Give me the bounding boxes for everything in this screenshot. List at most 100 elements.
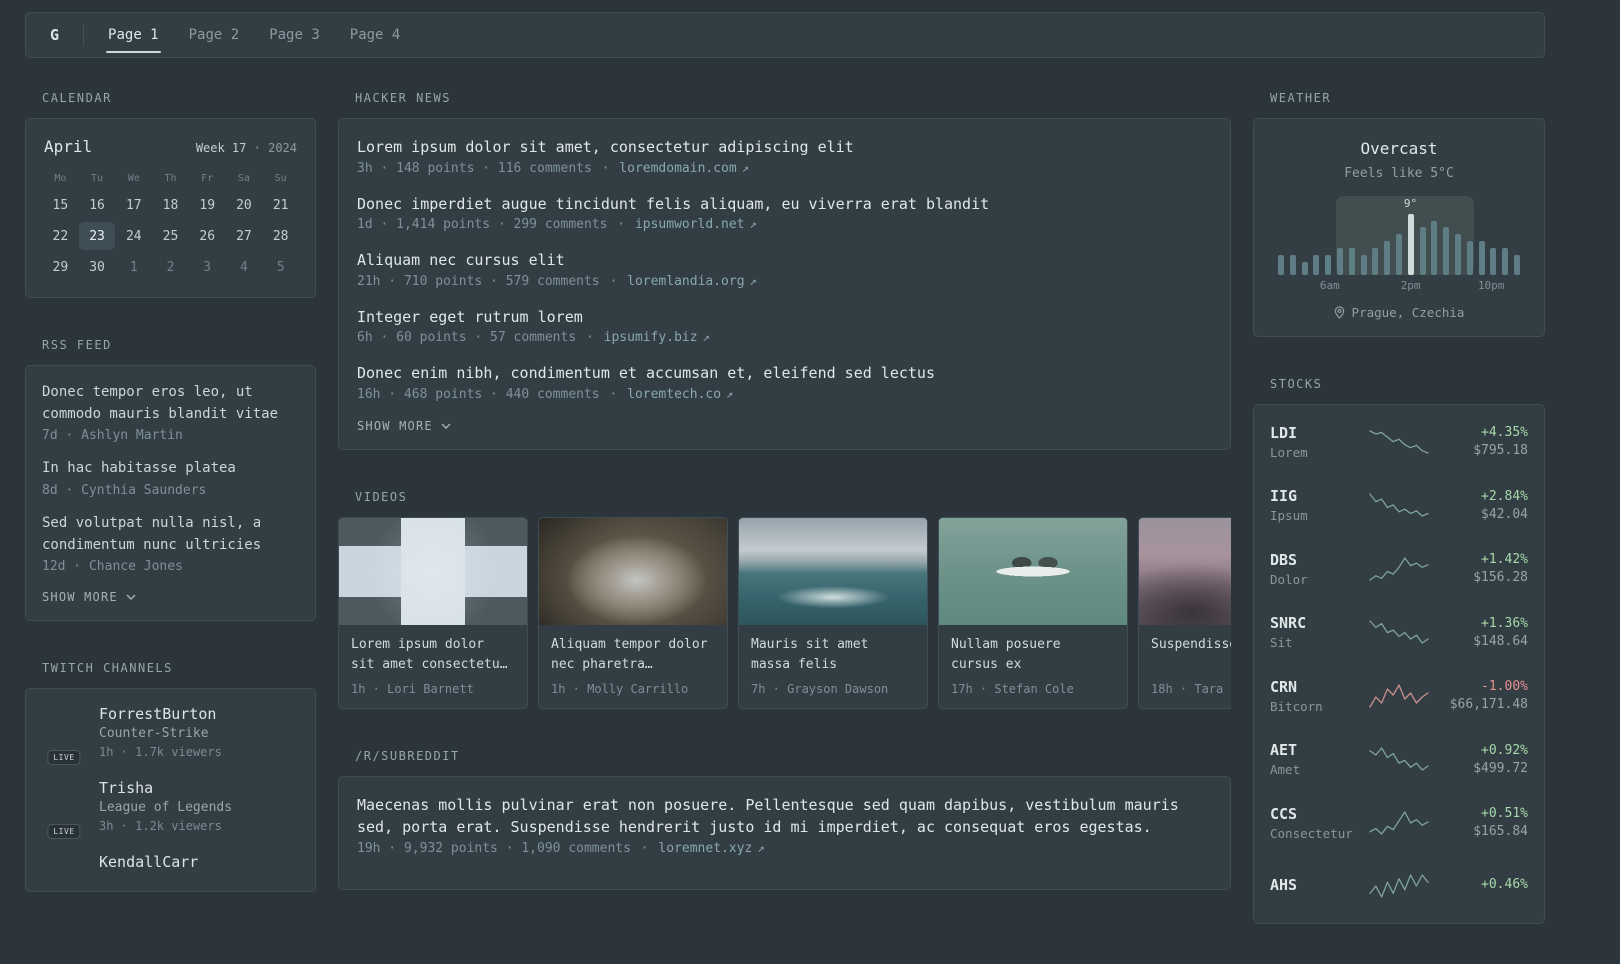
video-card[interactable]: Mauris sit amet massa felis 7h · Grayson…	[738, 516, 928, 709]
stock-row[interactable]: DBS Dolor +1.42% $156.28	[1270, 537, 1528, 601]
tab-page-3[interactable]: Page 3	[267, 13, 322, 57]
calendar-separator: ·	[253, 141, 261, 155]
stock-row[interactable]: CRN Bitcorn -1.00% $66,171.48	[1270, 664, 1528, 728]
meta-separator: ·	[585, 330, 594, 345]
show-more-label: SHOW MORE	[42, 590, 118, 605]
section-title-calendar: CALENDAR	[42, 91, 112, 105]
tab-page-4[interactable]: Page 4	[348, 13, 403, 57]
video-meta: 7h · Grayson Dawson	[751, 681, 889, 696]
tab-page-2[interactable]: Page 2	[187, 13, 242, 57]
weather-location: Prague, Czechia	[1270, 305, 1528, 320]
calendar-day: 28	[272, 228, 289, 244]
twitch-channel[interactable]: LIVE ForrestBurton Counter-Strike 1h · 1…	[42, 705, 299, 766]
left-column: CALENDAR April Week 17 · 2024 Mo Tu We Th Fr…	[25, 91, 316, 932]
weather-hour-bar	[1313, 254, 1320, 275]
subreddit-card: Maecenas mollis pulvinar erat non posuer…	[338, 775, 1231, 890]
stock-name: Dolor	[1270, 571, 1308, 587]
weather-hour-bar	[1395, 234, 1402, 275]
video-card[interactable]: Lorem ipsum dolor sit amet consectetu… 1…	[338, 516, 528, 709]
calendar-weekday-label: Mo	[54, 172, 67, 184]
stock-row[interactable]: SNRC Sit +1.36% $148.64	[1270, 601, 1528, 665]
stock-row[interactable]: LDI Lorem +4.35% $795.18	[1270, 410, 1528, 474]
stock-sparkline	[1364, 492, 1434, 518]
stock-change: +4.35%	[1481, 425, 1528, 441]
weather-feels-like: Feels like 5°C	[1344, 166, 1454, 181]
news-source-link[interactable]: loremtech.co ↗	[627, 387, 733, 402]
calendar-week-label: Week 17	[195, 141, 247, 155]
news-title-link[interactable]: Integer eget rutrum lorem	[357, 306, 1212, 329]
stock-row[interactable]: IIG Ipsum +2.84% $42.04	[1270, 474, 1528, 538]
reddit-post: Maecenas mollis pulvinar erat non posuer…	[357, 794, 1212, 856]
external-link-icon: ↗	[726, 386, 734, 401]
news-title-link[interactable]: Lorem ipsum dolor sit amet, consectetur …	[357, 136, 1212, 159]
calendar-day: 18	[162, 197, 179, 213]
stock-change: +2.84%	[1481, 488, 1528, 504]
news-source-link[interactable]: loremdomain.com ↗	[619, 161, 749, 176]
rss-item-meta: 12d · Chance Jones	[42, 559, 183, 575]
video-title: Aliquam tempor dolor nec pharetra…	[551, 636, 708, 672]
middle-column: HACKER NEWS Lorem ipsum dolor sit amet, …	[338, 91, 1231, 930]
video-card[interactable]: Suspendisse diam 18h · Tara	[1138, 516, 1231, 709]
stock-symbol: AET	[1270, 741, 1298, 760]
video-card[interactable]: Aliquam tempor dolor nec pharetra… 1h · …	[538, 516, 728, 709]
weather-hour-bar	[1419, 227, 1426, 275]
stock-name: Bitcorn	[1270, 698, 1323, 714]
rss-item-link[interactable]: In hac habitasse platea	[42, 458, 299, 480]
section-title-subreddit: /R/SUBREDDIT	[355, 748, 460, 763]
weather-time-label: 2pm	[1400, 279, 1421, 292]
video-title: Suspendisse diam	[1151, 636, 1231, 652]
news-item: Donec enim nibh, condimentum et accumsan…	[357, 362, 1212, 402]
stock-price: $795.18	[1473, 443, 1528, 459]
stock-price: $165.84	[1473, 824, 1528, 840]
post-meta-text: 19h · 9,932 points · 1,090 comments	[357, 840, 631, 856]
news-source-link[interactable]: ipsumify.biz ↗	[604, 330, 710, 345]
weather-hour-bar	[1407, 214, 1414, 275]
calendar-day: 24	[125, 228, 142, 244]
twitch-channel[interactable]: KendallCarr	[42, 853, 299, 871]
calendar-weekday-label: Su	[274, 172, 287, 184]
stock-price: $148.64	[1473, 633, 1528, 649]
news-item: Aliquam nec cursus elit 21h · 710 points…	[357, 249, 1212, 289]
stock-price: $499.72	[1473, 760, 1528, 776]
post-source-link[interactable]: loremnet.xyz ↗	[658, 841, 764, 856]
calendar-week-info: Week 17 · 2024	[196, 141, 297, 155]
show-more-button[interactable]: SHOW MORE	[42, 590, 136, 604]
stock-name: Ipsum	[1270, 508, 1308, 524]
stock-row[interactable]: AET Amet +0.92% $499.72	[1270, 728, 1528, 792]
twitch-widget: TWITCH CHANNELS LIVE ForrestBurton Count…	[25, 661, 316, 893]
weather-hour-bar	[1478, 240, 1485, 275]
news-source: loremtech.co	[627, 386, 722, 402]
weather-time-label: 6am	[1319, 279, 1340, 292]
weather-hour-bar	[1278, 254, 1284, 275]
rss-item-link[interactable]: Donec tempor eros leo, ut commodo mauris…	[42, 382, 299, 425]
stock-row[interactable]: CCS Consectetur +0.51% $165.84	[1270, 791, 1528, 855]
calendar-day: 19	[199, 197, 216, 213]
stock-symbol: LDI	[1270, 423, 1298, 442]
news-source-link[interactable]: loremlandia.org ↗	[627, 274, 757, 289]
video-thumbnail	[739, 517, 927, 625]
tab-page-1[interactable]: Page 1	[106, 13, 161, 57]
meta-separator: ·	[609, 386, 618, 402]
news-title-link[interactable]: Donec enim nibh, condimentum et accumsan…	[357, 362, 1212, 385]
video-card[interactable]: Nullam posuere cursus ex 17h · Stefan Co…	[938, 516, 1128, 709]
app-logo[interactable]: G	[48, 13, 61, 57]
news-title-link[interactable]: Donec imperdiet augue tincidunt felis al…	[357, 193, 1212, 216]
calendar-weekday-label: Tu	[91, 172, 104, 184]
post-title-link[interactable]: Maecenas mollis pulvinar erat non posuer…	[357, 794, 1212, 839]
twitch-channel[interactable]: LIVE Trisha League of Legends 3h · 1.2k …	[42, 779, 299, 840]
stock-change: +1.42%	[1481, 552, 1528, 568]
weather-hour-bar	[1513, 254, 1520, 275]
news-source-link[interactable]: ipsumworld.net ↗	[635, 217, 757, 232]
rss-item-link[interactable]: Sed volutpat nulla nisl, a condimentum n…	[42, 513, 299, 556]
stock-row[interactable]: AHS +0.46%	[1270, 855, 1528, 919]
stock-price: $66,171.48	[1449, 697, 1528, 713]
weather-time-label: 10pm	[1477, 279, 1505, 292]
rss-item: In hac habitasse platea 8d · Cynthia Sau…	[42, 458, 299, 498]
show-more-button[interactable]: SHOW MORE	[357, 419, 451, 433]
weather-hourly-chart: 9° 6am 2pm 10pm	[1278, 196, 1520, 292]
weather-hour-bar	[1431, 220, 1438, 275]
news-title-link[interactable]: Aliquam nec cursus elit	[357, 249, 1212, 272]
rss-card: Donec tempor eros leo, ut commodo mauris…	[25, 365, 316, 622]
channel-meta: 1h · 1.7k viewers	[99, 745, 222, 760]
calendar-weekday-label: Sa	[237, 172, 250, 184]
